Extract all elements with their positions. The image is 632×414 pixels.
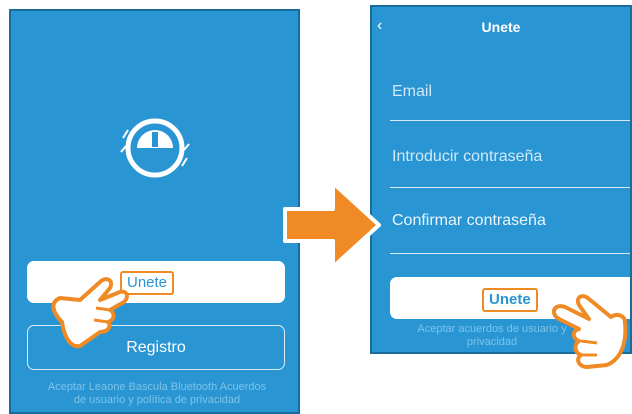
email-field[interactable]: Email [392, 83, 432, 101]
password-field[interactable]: Introducir contraseña [392, 148, 542, 166]
join-submit-label: Unete [482, 288, 538, 312]
scale-gauge-icon [120, 118, 190, 178]
pointing-hand-icon [551, 294, 628, 369]
page-title: Unete [481, 19, 521, 35]
login-screen: Unete Registro Aceptar Leaone Bascula Bl… [9, 9, 300, 414]
terms-link[interactable]: Aceptar Leaone Bascula Bluetooth Acuerdo… [47, 381, 267, 407]
pointing-hand-icon [51, 277, 129, 349]
field-divider [390, 120, 630, 121]
field-divider [390, 253, 630, 254]
field-divider [390, 187, 630, 188]
arrow-right-icon [283, 181, 381, 269]
confirm-password-field[interactable]: Confirmar contraseña [392, 212, 546, 230]
